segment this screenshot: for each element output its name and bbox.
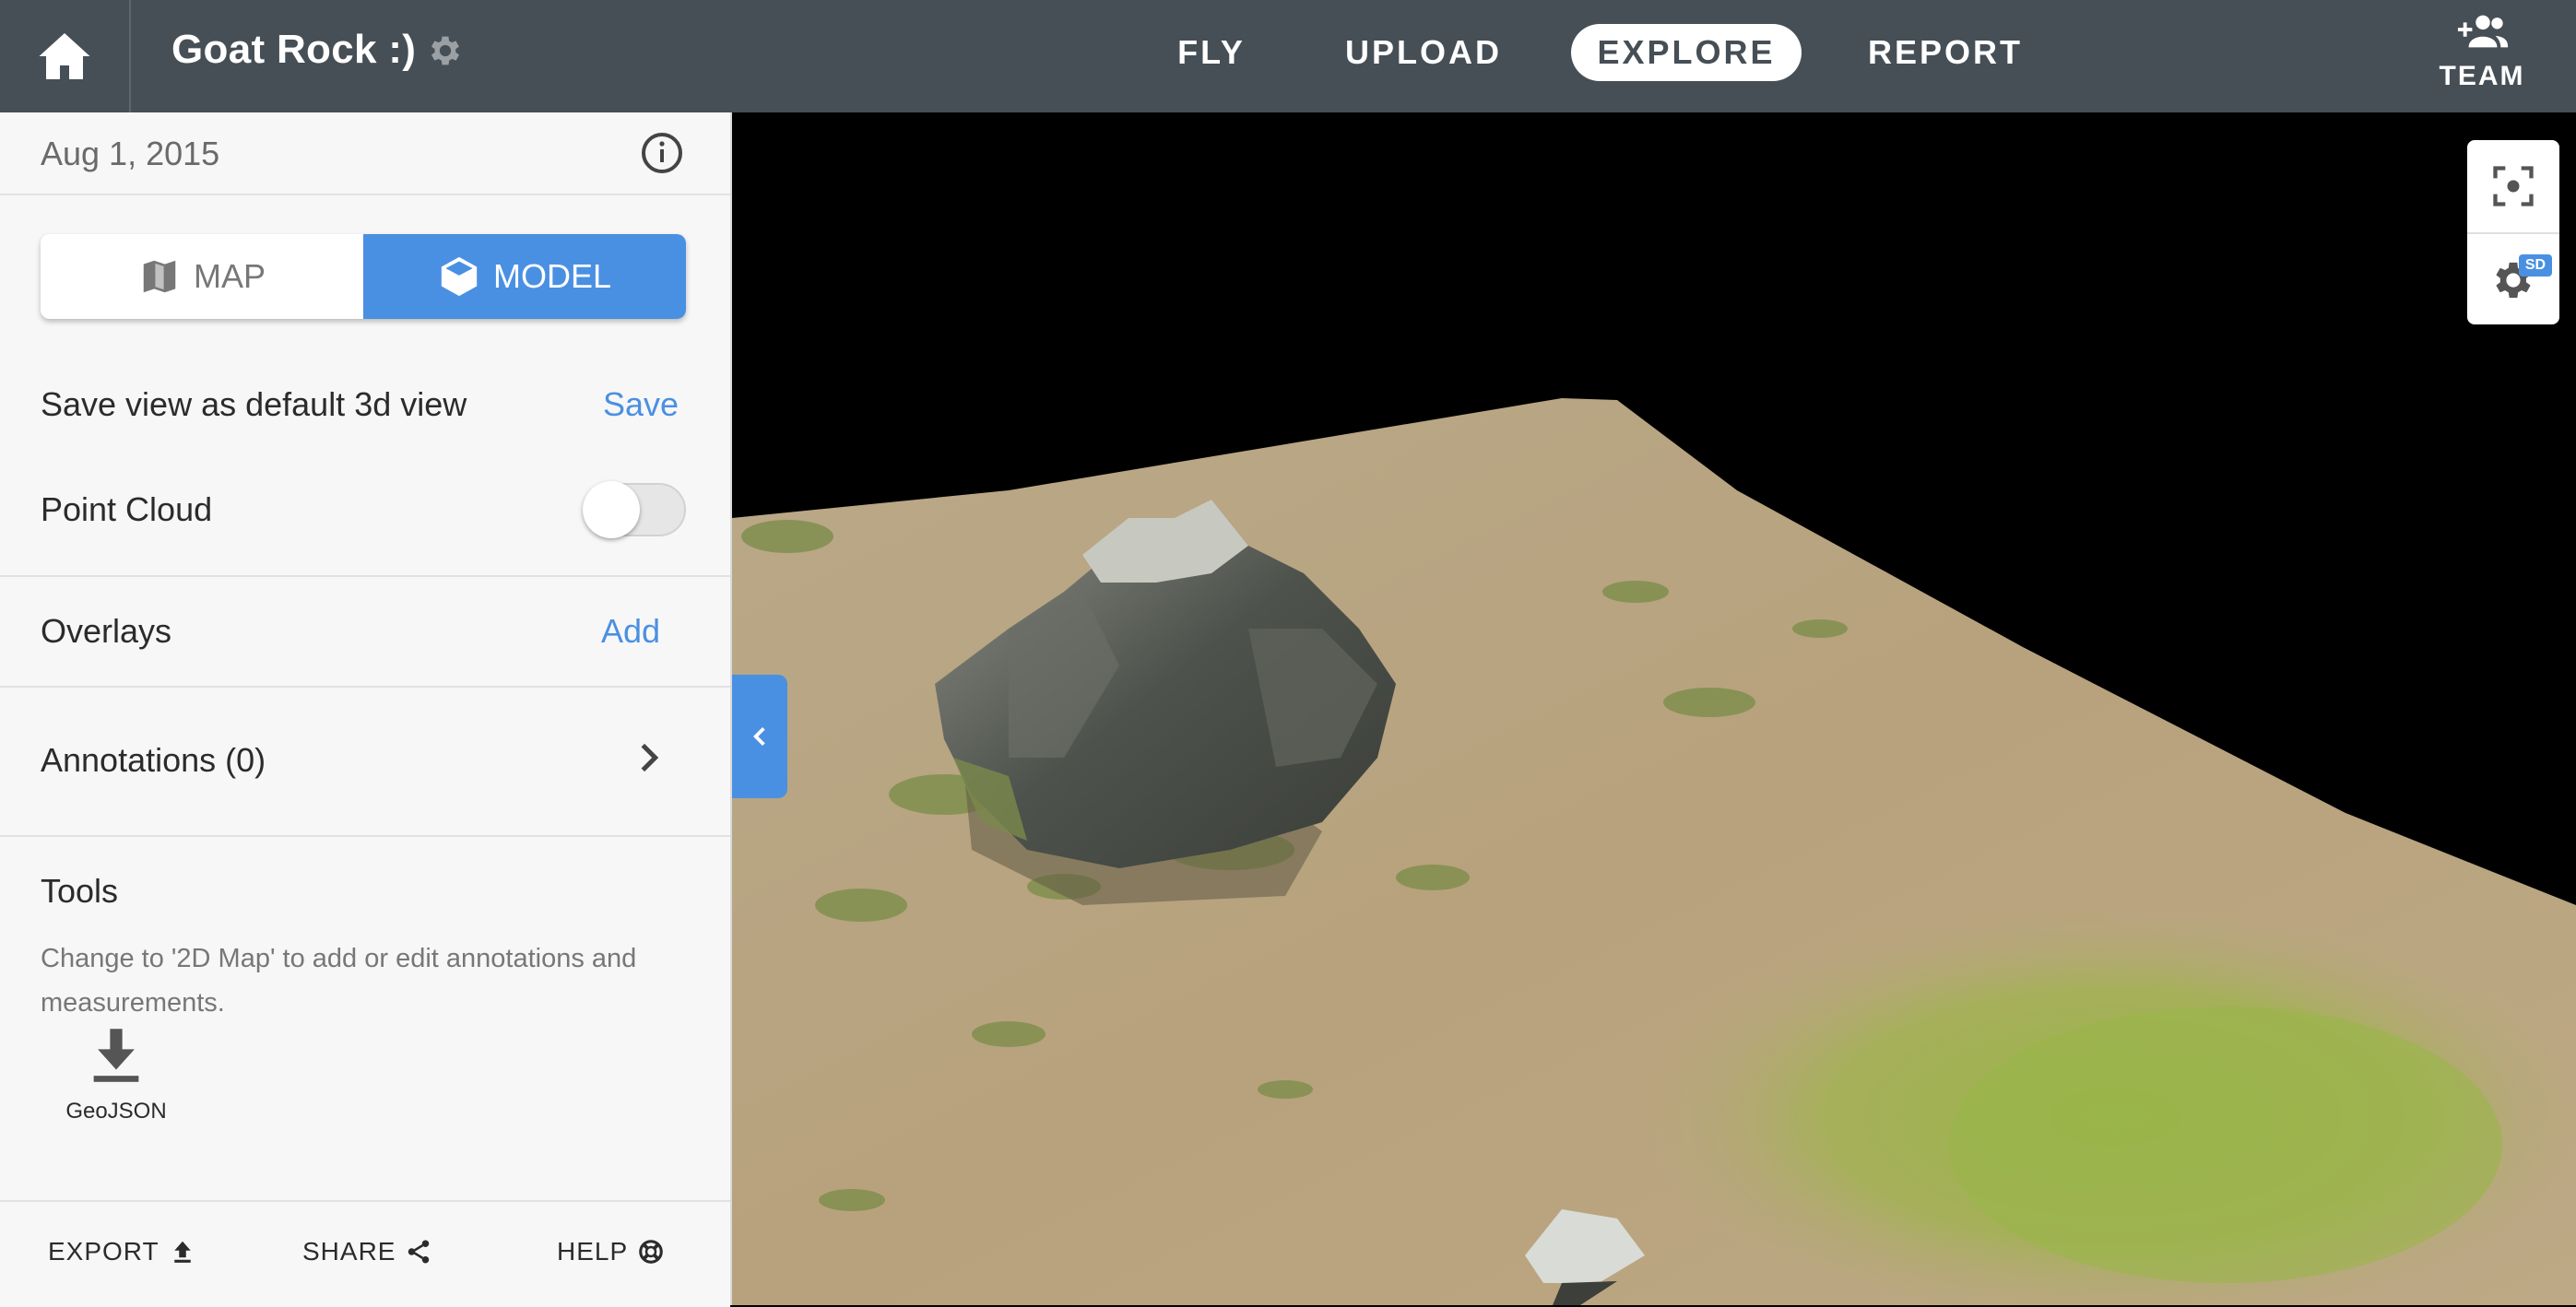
- point-cloud-label: Point Cloud: [41, 490, 213, 528]
- quality-settings-button[interactable]: [2467, 234, 2559, 326]
- viewport-toolbar: SD: [2467, 140, 2559, 324]
- export-label: EXPORT: [48, 1237, 160, 1266]
- top-navigation-bar: Goat Rock :) FLY UPLOAD EXPLORE REPORT T…: [0, 0, 2576, 112]
- help-button[interactable]: HELP: [557, 1237, 665, 1266]
- overlays-label: Overlays: [41, 612, 172, 650]
- gear-icon[interactable]: [426, 31, 465, 70]
- share-button[interactable]: SHARE: [302, 1237, 432, 1266]
- add-overlay-button[interactable]: Add: [601, 612, 660, 651]
- tools-description: Change to '2D Map' to add or edit annota…: [41, 944, 637, 1018]
- annotations-row[interactable]: Annotations (0): [41, 741, 266, 780]
- collapse-sidebar-button[interactable]: [732, 675, 787, 798]
- chevron-left-icon: [752, 726, 765, 747]
- save-view-button[interactable]: Save: [603, 385, 679, 424]
- divider: [0, 835, 730, 837]
- add-person-icon: [2457, 15, 2509, 48]
- sidebar-panel: Aug 1, 2015 MAP MODEL Save view as defau…: [0, 112, 732, 1307]
- team-label: TEAM: [2439, 61, 2525, 91]
- save-view-label: Save view as default 3d view: [41, 385, 467, 423]
- point-cloud-toggle[interactable]: [583, 481, 686, 538]
- divider: [0, 686, 730, 688]
- nav-report[interactable]: REPORT: [1868, 24, 2020, 81]
- capture-date: Aug 1, 2015: [41, 135, 220, 172]
- download-icon: [93, 1029, 139, 1082]
- recenter-icon: [2493, 166, 2534, 206]
- tools-heading: Tools: [41, 872, 119, 910]
- share-icon: [408, 1240, 430, 1264]
- divider: [0, 575, 730, 577]
- map-mode-label: MAP: [193, 257, 266, 295]
- help-label: HELP: [557, 1237, 629, 1266]
- chevron-right-icon[interactable]: [631, 739, 668, 776]
- nav-upload[interactable]: UPLOAD: [1333, 24, 1514, 81]
- model-viewport[interactable]: [732, 112, 2576, 1305]
- lifebuoy-icon: [639, 1240, 663, 1264]
- sidebar-footer: EXPORT SHARE HELP: [0, 1200, 730, 1307]
- cube-icon: [441, 256, 478, 297]
- nav-explore[interactable]: EXPLORE: [1571, 24, 1802, 81]
- home-button[interactable]: [0, 0, 131, 112]
- recenter-button[interactable]: [2467, 140, 2559, 232]
- map-icon: [143, 260, 176, 293]
- geojson-label: GeoJSON: [65, 1099, 167, 1124]
- model-mode-label: MODEL: [492, 257, 612, 295]
- model-mode-button[interactable]: MODEL: [363, 234, 686, 319]
- nav-fly[interactable]: FLY: [1165, 24, 1258, 81]
- map-mode-button[interactable]: MAP: [41, 234, 363, 319]
- sd-badge: SD: [2519, 254, 2552, 277]
- project-title: Goat Rock :): [171, 27, 417, 72]
- view-mode-toggle: MAP MODEL: [41, 234, 686, 319]
- share-label: SHARE: [302, 1237, 396, 1266]
- date-row: Aug 1, 2015: [0, 112, 730, 195]
- toggle-knob: [583, 481, 640, 538]
- team-button[interactable]: TEAM: [2425, 0, 2539, 112]
- info-icon[interactable]: [640, 131, 684, 175]
- home-icon: [39, 33, 90, 79]
- geojson-export-button[interactable]: GeoJSON: [52, 1027, 181, 1128]
- terrain-model[interactable]: [732, 112, 2576, 1305]
- export-button[interactable]: EXPORT: [48, 1237, 196, 1266]
- upload-icon: [173, 1241, 191, 1263]
